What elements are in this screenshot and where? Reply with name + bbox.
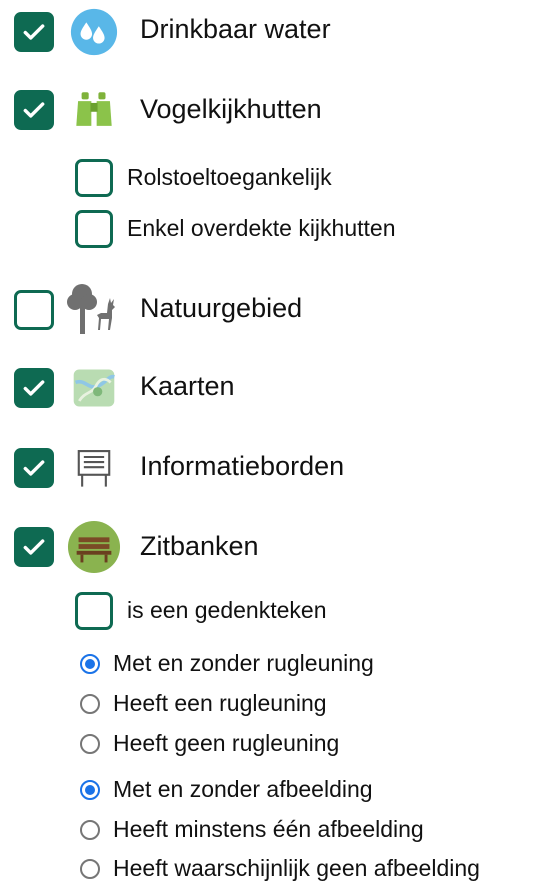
layer-label-drinkbaar-water: Drinkbaar water <box>140 14 331 44</box>
checkbox-kaarten[interactable] <box>14 368 54 408</box>
checkbox-enkel-overdekte-kijkhutten[interactable] <box>75 210 113 248</box>
tree-deer-icon <box>64 280 122 338</box>
option-label-rolstoeltoegankelijk: Rolstoeltoegankelijk <box>127 164 332 190</box>
checkbox-vogelkijkhutten[interactable] <box>14 90 54 130</box>
checkbox-drinkbaar-water[interactable] <box>14 12 54 52</box>
checkbox-is-een-gedenkteken[interactable] <box>75 592 113 630</box>
layer-label-zitbanken: Zitbanken <box>140 531 259 561</box>
radio-label: Met en zonder afbeelding <box>113 776 373 802</box>
option-label-enkel-overdekte-kijkhutten: Enkel overdekte kijkhutten <box>127 215 396 241</box>
checkmark-icon <box>23 539 45 555</box>
checkbox-natuurgebied[interactable] <box>14 290 54 330</box>
info-board-icon <box>68 442 120 494</box>
checkmark-icon <box>23 24 45 40</box>
radio-met-en-zonder-afbeelding[interactable] <box>80 780 100 800</box>
map-icon <box>68 362 120 414</box>
radio-heeft-waarschijnlijk-geen-afbeelding[interactable] <box>80 859 100 879</box>
water-drop-icon <box>68 6 120 58</box>
checkmark-icon <box>23 460 45 476</box>
radio-label: Heeft geen rugleuning <box>113 730 340 756</box>
radio-heeft-minstens-een-afbeelding[interactable] <box>80 820 100 840</box>
checkmark-icon <box>23 102 45 118</box>
binoculars-icon <box>68 84 120 136</box>
checkbox-rolstoeltoegankelijk[interactable] <box>75 159 113 197</box>
radio-label: Heeft minstens één afbeelding <box>113 816 424 842</box>
radio-met-en-zonder-rugleuning[interactable] <box>80 654 100 674</box>
layer-label-kaarten: Kaarten <box>140 371 235 401</box>
radio-label: Heeft een rugleuning <box>113 690 327 716</box>
radio-label: Heeft waarschijnlijk geen afbeelding <box>113 855 480 881</box>
layer-label-natuurgebied: Natuurgebied <box>140 293 303 323</box>
layer-label-informatieborden: Informatieborden <box>140 451 345 481</box>
checkmark-icon <box>23 380 45 396</box>
option-label-is-een-gedenkteken: is een gedenkteken <box>127 597 327 623</box>
radio-heeft-geen-rugleuning[interactable] <box>80 734 100 754</box>
radio-heeft-een-rugleuning[interactable] <box>80 694 100 714</box>
radio-label: Met en zonder rugleuning <box>113 650 374 676</box>
checkbox-informatieborden[interactable] <box>14 448 54 488</box>
layer-label-vogelkijkhutten: Vogelkijkhutten <box>140 94 322 124</box>
bench-icon <box>66 519 122 575</box>
checkbox-zitbanken[interactable] <box>14 527 54 567</box>
